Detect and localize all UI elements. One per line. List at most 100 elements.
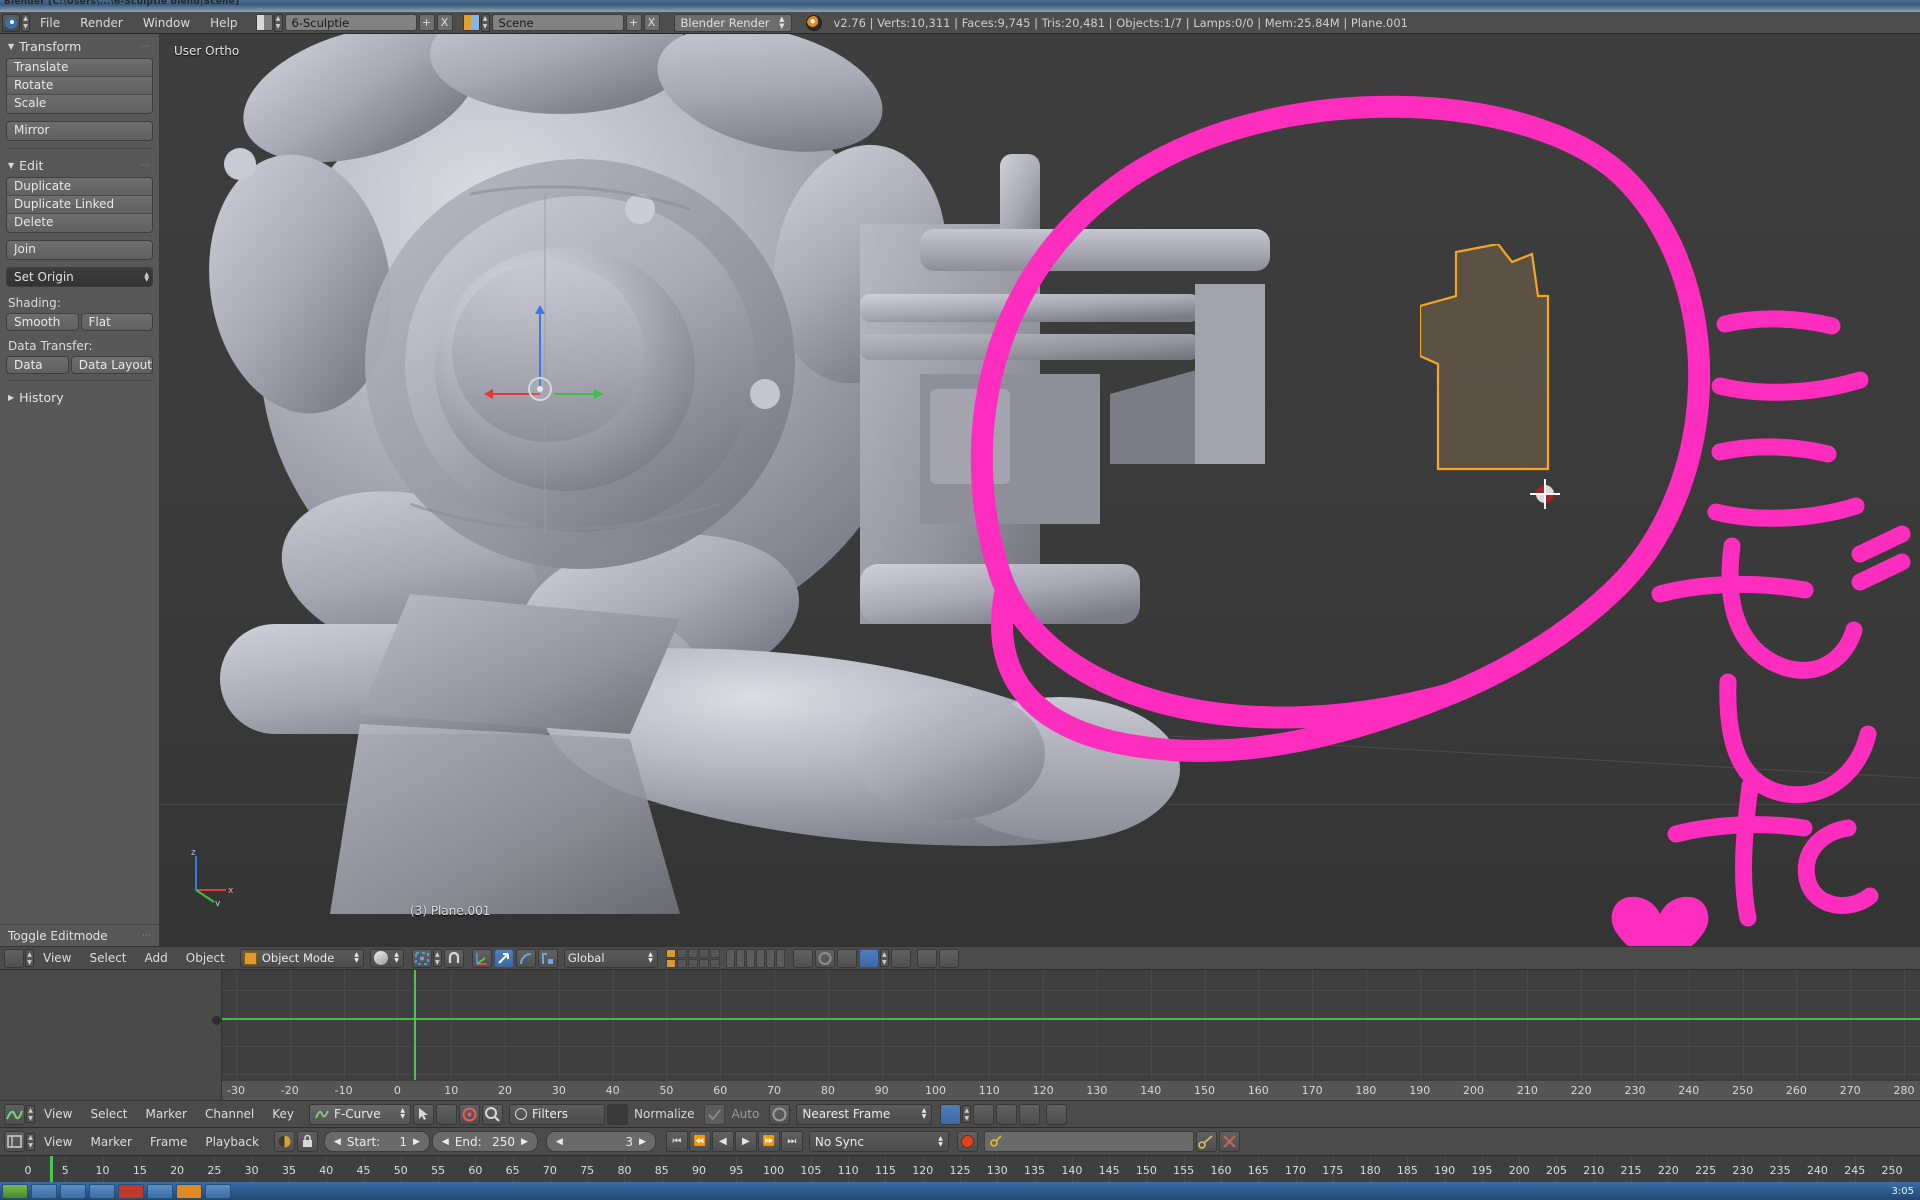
panel-header-history[interactable]: ▶ History <box>0 385 159 409</box>
transform-manipulator[interactable] <box>484 305 603 401</box>
handle-auto-icon[interactable] <box>973 1103 995 1125</box>
layer-cell[interactable] <box>676 958 687 968</box>
snap-magnet-icon[interactable] <box>443 948 464 968</box>
layer-cell[interactable] <box>709 948 720 958</box>
viewport-menu-select[interactable]: Select <box>80 947 135 969</box>
current-frame-field[interactable]: ◀ 3 ▶ <box>545 1131 656 1152</box>
layer-cell[interactable] <box>709 958 720 968</box>
taskbar-item[interactable] <box>176 1183 202 1199</box>
rotate-button[interactable]: Rotate <box>7 77 152 95</box>
pivot-point-icon[interactable] <box>411 948 432 968</box>
ghost-curves-icon[interactable] <box>436 1103 458 1125</box>
editor-type-spinner[interactable]: ▲ ▼ <box>25 949 34 967</box>
increment-arrow-icon[interactable]: ▶ <box>639 1137 646 1147</box>
screen-layout-add-button[interactable]: + <box>418 14 435 31</box>
interaction-mode-dropdown[interactable]: Object Mode ▲ ▼ <box>239 948 364 968</box>
manipulator-rotate-icon[interactable] <box>515 948 536 968</box>
filters-dropdown[interactable]: Filters <box>509 1103 606 1125</box>
next-keyframe-button[interactable]: ⏩ <box>757 1131 780 1152</box>
viewport-menu-add[interactable]: Add <box>136 947 177 969</box>
scene-icon[interactable] <box>462 14 480 31</box>
editor-type-spinner[interactable]: ▲ ▼ <box>26 1105 35 1123</box>
manipulator-scale-icon[interactable] <box>537 948 558 968</box>
scene-spinner[interactable]: ▲ ▼ <box>480 13 490 32</box>
layer-block-group[interactable] <box>725 948 785 968</box>
editor-type-icon[interactable] <box>4 1131 25 1152</box>
editor-type-icon[interactable] <box>4 1103 25 1125</box>
scale-button[interactable]: Scale <box>7 95 152 113</box>
pivot-point-spinner[interactable]: ▲ ▼ <box>962 1105 972 1123</box>
render-engine-dropdown[interactable]: Blender Render ▲ ▼ <box>673 13 792 32</box>
keying-set-field[interactable] <box>983 1131 1194 1152</box>
proportional-edit-icon[interactable] <box>814 948 835 968</box>
fcurve-menu-view[interactable]: View <box>35 1103 81 1125</box>
duplicate-linked-button[interactable]: Duplicate Linked <box>7 196 152 214</box>
record-button[interactable] <box>956 1131 978 1152</box>
previous-keyframe-button[interactable]: ⏪ <box>688 1131 711 1152</box>
data-layout-button[interactable]: Data Layout <box>70 356 153 374</box>
sync-mode-dropdown[interactable]: No Sync ▲ ▼ <box>808 1131 949 1152</box>
data-button[interactable]: Data <box>6 356 69 374</box>
snap-magnet-icon[interactable] <box>769 1103 791 1125</box>
auto-keyframe-icon[interactable] <box>273 1131 295 1152</box>
play-reverse-button[interactable]: ◀ <box>711 1131 734 1152</box>
menu-render[interactable]: Render <box>70 12 133 34</box>
fcurve-menu-select[interactable]: Select <box>81 1103 136 1125</box>
layer-cell[interactable] <box>687 958 698 968</box>
editor-type-spinner[interactable]: ▲ ▼ <box>26 1132 35 1151</box>
layer-cell[interactable] <box>676 948 687 958</box>
decrement-arrow-icon[interactable]: ◀ <box>556 1137 563 1147</box>
fcurve-graph-area[interactable]: 3 -30-20-1001020304050607080901001101201… <box>222 970 1920 1100</box>
screen-layout-field[interactable]: 6-Sculptie <box>284 14 417 31</box>
translate-button[interactable]: Translate <box>7 59 152 77</box>
menu-window[interactable]: Window <box>133 12 200 34</box>
viewport-menu-object[interactable]: Object <box>177 947 234 969</box>
manipulator-translate-icon[interactable] <box>493 948 514 968</box>
layer-cell[interactable] <box>665 948 676 958</box>
normalize-checkbox[interactable] <box>607 1103 629 1125</box>
end-frame-field[interactable]: ◀ End: 250 ▶ <box>431 1131 538 1152</box>
timeline-menu-frame[interactable]: Frame <box>141 1131 196 1153</box>
snap-mode-dropdown[interactable]: Nearest Frame ▲ ▼ <box>796 1103 933 1125</box>
timeline-menu-marker[interactable]: Marker <box>81 1131 140 1153</box>
join-button[interactable]: Join <box>7 241 152 259</box>
handle-aligned-icon[interactable] <box>1019 1103 1041 1125</box>
play-button[interactable]: ▶ <box>734 1131 757 1152</box>
menu-help[interactable]: Help <box>200 12 247 34</box>
toggle-editmode-footer[interactable]: Toggle Editmode ⋯ <box>0 924 159 946</box>
decrement-arrow-icon[interactable]: ◀ <box>442 1137 449 1147</box>
delete-keyframe-icon[interactable] <box>1218 1131 1240 1152</box>
render-opengl-icon[interactable] <box>916 948 937 968</box>
jump-to-start-button[interactable]: ⏮ <box>665 1131 688 1152</box>
screen-layout-delete-button[interactable]: X <box>436 14 453 31</box>
panel-header-transform[interactable]: ▼ Transform ⋯ <box>0 34 159 58</box>
cursor-select-icon[interactable] <box>413 1103 435 1125</box>
fcurve-channel-list[interactable] <box>0 970 222 1100</box>
scene-add-button[interactable]: + <box>625 14 642 31</box>
timeline-menu-view[interactable]: View <box>35 1131 81 1153</box>
screen-layout-icon[interactable] <box>255 14 273 31</box>
timeline-ruler-strip[interactable]: 0 5 10 15 20 25 30 35 40 45 50 55 60 65 70 75 80 85 90 95 10… <box>0 1156 1920 1182</box>
shading-smooth-button[interactable]: Smooth <box>6 313 79 331</box>
copy-keyframes-icon[interactable] <box>1046 1103 1068 1125</box>
start-frame-field[interactable]: ◀ Start: 1 ▶ <box>323 1131 430 1152</box>
viewport-menu-view[interactable]: View <box>34 947 80 969</box>
snap-toggle-icon[interactable] <box>858 948 879 968</box>
layer-cell[interactable] <box>698 948 709 958</box>
shading-flat-button[interactable]: Flat <box>80 313 153 331</box>
timeline-menu-playback[interactable]: Playback <box>196 1131 268 1153</box>
fcurve-mode-dropdown[interactable]: F-Curve ▲ ▼ <box>309 1103 412 1125</box>
fcurve-menu-marker[interactable]: Marker <box>137 1103 196 1125</box>
layer-cell[interactable] <box>665 958 676 968</box>
timeline-playhead[interactable] <box>50 1156 54 1182</box>
auto-normalize-checkbox[interactable] <box>704 1103 726 1125</box>
taskbar-item[interactable] <box>60 1183 86 1199</box>
menu-file[interactable]: File <box>30 12 70 34</box>
lock-icon[interactable] <box>296 1131 318 1152</box>
search-icon[interactable] <box>482 1103 504 1125</box>
set-origin-button[interactable]: Set Origin ▲ ▼ <box>7 268 152 286</box>
taskbar-item[interactable] <box>118 1183 144 1199</box>
increment-arrow-icon[interactable]: ▶ <box>521 1137 528 1147</box>
fcurve-menu-channel[interactable]: Channel <box>196 1103 263 1125</box>
blender-menu-icon[interactable] <box>2 13 20 32</box>
